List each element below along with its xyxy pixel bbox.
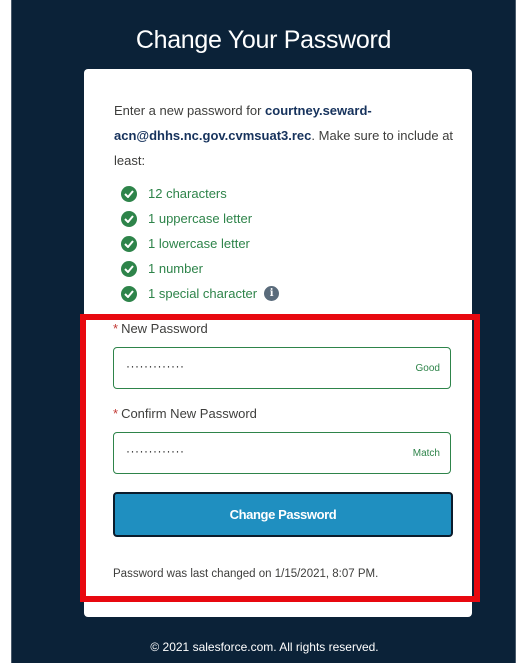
- intro-prefix: Enter a new password for: [114, 103, 266, 118]
- check-circle-icon: [121, 235, 137, 252]
- requirements-list: 12 characters 1 uppercase letter 1 lower…: [121, 181, 280, 306]
- requirement-label: 12 characters: [148, 186, 227, 201]
- page-title: Change Your Password: [135, 26, 392, 54]
- requirement-item: 12 characters: [121, 181, 279, 206]
- requirement-item: 1 uppercase letter: [121, 206, 279, 231]
- requirement-item: 1 number: [121, 256, 279, 281]
- requirement-label: 1 uppercase letter: [148, 211, 253, 226]
- check-circle-icon: [121, 285, 137, 302]
- requirement-item: 1 special character i: [121, 281, 280, 306]
- requirement-label: 1 number: [148, 261, 203, 276]
- requirement-item: 1 lowercase letter: [121, 231, 279, 256]
- requirement-label: 1 special character: [148, 286, 258, 301]
- intro-text: Enter a new password for courtney.seward…: [114, 98, 454, 173]
- check-circle-icon: [121, 260, 137, 277]
- check-circle-icon: [121, 185, 137, 202]
- footer-copyright: © 2021 salesforce.com. All rights reserv…: [150, 640, 379, 654]
- check-circle-icon: [121, 210, 137, 227]
- info-icon[interactable]: i: [264, 286, 280, 301]
- requirement-label: 1 lowercase letter: [148, 236, 250, 251]
- highlight-box: [80, 314, 480, 602]
